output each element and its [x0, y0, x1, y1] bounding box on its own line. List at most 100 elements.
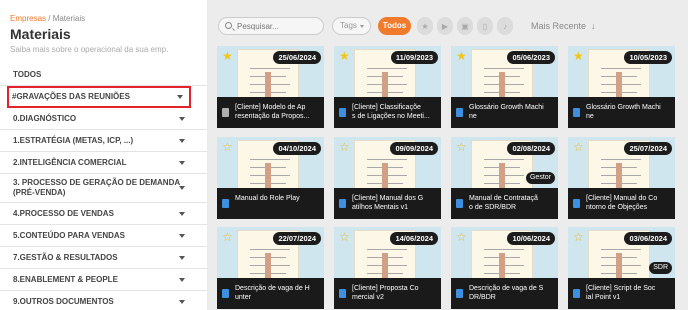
search-icon	[225, 22, 232, 29]
card-thumbnail: ★ 25/06/2024	[217, 46, 324, 97]
doc-icon	[339, 199, 346, 208]
category-label: 4.PROCESSO DE VENDAS	[13, 209, 114, 218]
card-title-line1: [Cliente] Manual do Co	[586, 195, 658, 202]
category-item-outros[interactable]: 9.OUTROS DOCUMENTOS	[0, 291, 207, 310]
category-item-estrategia[interactable]: 1.ESTRATÉGIA (METAS, ICP, ...)	[0, 130, 207, 152]
sort-dropdown[interactable]: Mais Recente	[531, 21, 586, 31]
material-card[interactable]: ★ 05/06/2023 Glossário Growth Machi ne	[451, 46, 558, 128]
category-item-diagnostico[interactable]: 0.DIAGNÓSTICO	[0, 108, 207, 130]
category-item-todos[interactable]: TODOS	[0, 64, 207, 86]
card-title-line1: [Cliente] Manual dos G	[352, 195, 424, 202]
paper-line	[601, 159, 641, 160]
filter-file-button[interactable]: ▯	[477, 17, 493, 35]
image-icon: ▣	[461, 21, 469, 31]
card-thumbnail: ★ 11/09/2023	[334, 46, 441, 97]
category-item-vendas[interactable]: 4.PROCESSO DE VENDAS	[0, 203, 207, 225]
card-title-line2: atilhos Mentais v1	[352, 204, 409, 211]
card-title-line1: [Cliente] Script de Soc	[586, 285, 656, 292]
app-root: Empresas / Materiais Materiais Saiba mai…	[0, 0, 688, 310]
video-icon: ▶	[441, 21, 449, 31]
doc-icon	[222, 199, 229, 208]
paper-line	[367, 68, 407, 69]
material-card[interactable]: ☆ 22/07/2024 Descrição de vaga de H unter	[217, 227, 324, 309]
audio-icon: ♪	[503, 21, 507, 31]
breadcrumb-separator: /	[46, 14, 53, 23]
card-title-line1: [Cliente] Classificaçõe	[352, 104, 421, 111]
chevron-down-icon	[179, 255, 185, 260]
material-card[interactable]: ☆ 14/06/2024 [Cliente] Proposta Co mercial …	[334, 227, 441, 309]
favorite-star-icon[interactable]: ☆	[456, 231, 467, 243]
todos-button[interactable]: Todos	[378, 17, 411, 35]
material-card[interactable]: ☆ 02/08/2024 Gestor Manual de Contrataçã o d…	[451, 137, 558, 219]
category-item-enablement[interactable]: 8.ENABLEMENT & PEOPLE	[0, 269, 207, 291]
chevron-down-icon	[179, 277, 185, 282]
category-label: 3. PROCESSO DE GERAÇÃO DE DEMANDA (PRÉ-VE…	[13, 178, 180, 198]
card-title-line2: ne	[586, 113, 594, 120]
card-date: 02/08/2024	[507, 142, 555, 155]
favorite-star-icon[interactable]: ☆	[222, 141, 233, 153]
filter-favorites-button[interactable]: ★	[417, 17, 433, 35]
pencil-illustration	[616, 163, 622, 188]
sort-direction-icon[interactable]: ↓	[591, 21, 596, 31]
paper-line	[367, 159, 407, 160]
card-title-line2: ial Point v1	[586, 294, 621, 301]
material-card[interactable]: ☆ 10/06/2024 Descrição de vaga de S DR/BDR	[451, 227, 558, 309]
card-title-line1: Manual do Role Play	[235, 195, 300, 202]
favorite-star-icon[interactable]: ☆	[456, 141, 467, 153]
card-footer: [Cliente] Script de Soc ial Point v1	[568, 278, 675, 309]
filter-video-button[interactable]: ▶	[437, 17, 453, 35]
favorite-star-icon[interactable]: ★	[222, 50, 233, 62]
filter-image-button[interactable]: ▣	[457, 17, 473, 35]
card-date: 22/07/2024	[273, 232, 321, 245]
favorite-star-icon[interactable]: ☆	[339, 231, 350, 243]
favorite-star-icon[interactable]: ★	[573, 50, 584, 62]
card-date: 10/05/2023	[624, 51, 672, 64]
category-label: 2.INTELIGÊNCIA COMERCIAL	[13, 158, 127, 167]
chevron-down-icon	[179, 186, 185, 190]
card-title-line2: ntorno de Objeções	[586, 204, 648, 211]
doc-icon	[573, 108, 580, 117]
doc-icon	[456, 289, 463, 298]
favorite-star-icon[interactable]: ☆	[222, 231, 233, 243]
card-date: 25/06/2024	[273, 51, 321, 64]
doc-icon	[339, 289, 346, 298]
card-title-line1: Glossário Growth Machi	[586, 104, 661, 111]
card-title-line1: Manual de Contrataçã	[469, 195, 538, 202]
category-item-gravacoes[interactable]: #GRAVAÇÕES DAS REUNIÕES	[7, 86, 191, 108]
paper-line	[601, 68, 641, 69]
material-card[interactable]: ★ 25/06/2024 [Cliente] Modelo de Ap resenta…	[217, 46, 324, 128]
material-card[interactable]: ★ 10/05/2023 Glossário Growth Machi ne	[568, 46, 675, 128]
material-card[interactable]: ☆ 03/06/2024 SDR [Cliente] Script de Soc ial…	[568, 227, 675, 309]
chevron-down-icon	[179, 116, 185, 121]
category-item-geracao-demanda[interactable]: 3. PROCESSO DE GERAÇÃO DE DEMANDA (PRÉ-VE…	[0, 174, 207, 203]
favorite-star-icon[interactable]: ☆	[573, 141, 584, 153]
card-footer: Glossário Growth Machi ne	[568, 97, 675, 128]
favorite-star-icon[interactable]: ☆	[339, 141, 350, 153]
doc-icon	[339, 108, 346, 117]
search-input[interactable]	[218, 17, 324, 35]
material-card[interactable]: ☆ 04/10/2024 Manual do Role Play	[217, 137, 324, 219]
breadcrumb-link-empresas[interactable]: Empresas	[10, 14, 46, 23]
material-card[interactable]: ☆ 25/07/2024 [Cliente] Manual do Co ntorno …	[568, 137, 675, 219]
category-label: 7.GESTÃO & RESULTADOS	[13, 253, 118, 262]
category-item-conteudo[interactable]: 5.CONTEÚDO PARA VENDAS	[0, 225, 207, 247]
toolbar: Tags Todos ★ ▶ ▣ ▯ ♪ Mais Recente ↓	[207, 0, 688, 48]
category-item-gestao[interactable]: 7.GESTÃO & RESULTADOS	[0, 247, 207, 269]
favorite-star-icon[interactable]: ☆	[573, 231, 584, 243]
page-subtitle: Saiba mais sobre o operacional da sua em…	[10, 45, 169, 54]
paper-line	[484, 159, 524, 160]
filter-audio-button[interactable]: ♪	[497, 17, 513, 35]
pencil-illustration	[382, 163, 388, 188]
card-thumbnail: ☆ 10/06/2024	[451, 227, 558, 278]
material-card[interactable]: ☆ 09/09/2024 [Cliente] Manual dos G atilhos…	[334, 137, 441, 219]
pencil-illustration	[499, 163, 505, 188]
favorite-star-icon[interactable]: ★	[456, 50, 467, 62]
tags-select[interactable]: Tags	[332, 17, 371, 35]
card-thumbnail: ☆ 14/06/2024	[334, 227, 441, 278]
category-label: 8.ENABLEMENT & PEOPLE	[13, 275, 118, 284]
material-card[interactable]: ★ 11/09/2023 [Cliente] Classificaçõe s de L…	[334, 46, 441, 128]
card-footer: [Cliente] Proposta Co mercial v2	[334, 278, 441, 309]
paper-line	[250, 249, 290, 250]
category-item-inteligencia[interactable]: 2.INTELIGÊNCIA COMERCIAL	[0, 152, 207, 174]
favorite-star-icon[interactable]: ★	[339, 50, 350, 62]
